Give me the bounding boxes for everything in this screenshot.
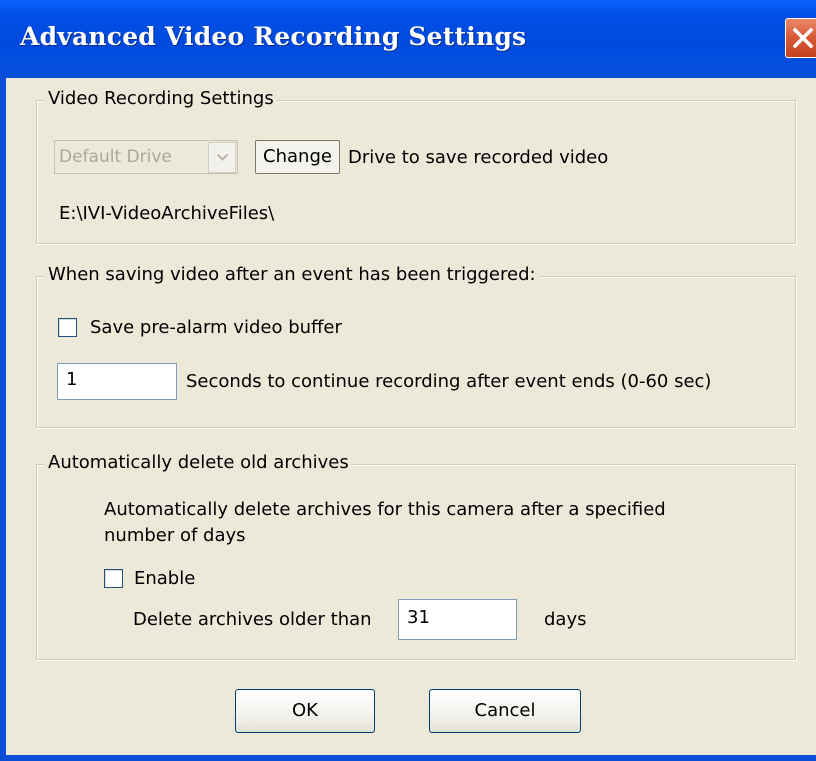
close-button[interactable] <box>785 18 816 58</box>
change-drive-button-label: Change <box>263 146 332 167</box>
video-recording-legend: Video Recording Settings <box>45 88 277 109</box>
window-bottom-border <box>0 755 816 761</box>
video-recording-group: Video Recording Settings Default Drive C… <box>36 88 796 244</box>
days-input[interactable]: 31 <box>398 599 517 640</box>
auto-delete-group: Automatically delete old archives Automa… <box>36 452 796 660</box>
dialog-title: Advanced Video Recording Settings <box>20 22 527 51</box>
days-input-value: 31 <box>407 607 430 628</box>
change-drive-button[interactable]: Change <box>255 140 340 174</box>
chevron-down-icon <box>217 154 228 161</box>
seconds-input[interactable]: 1 <box>57 363 177 400</box>
archive-path: E:\IVI-VideoArchiveFiles\ <box>59 203 275 224</box>
dialog-window: Advanced Video Recording Settings Video … <box>0 0 816 761</box>
auto-delete-description-line2: number of days <box>104 525 246 546</box>
enable-auto-delete-checkbox[interactable] <box>104 569 123 588</box>
drive-select-value: Default Drive <box>59 147 172 167</box>
event-saving-group: When saving video after an event has bee… <box>36 264 796 428</box>
cancel-button[interactable]: Cancel <box>429 689 581 733</box>
dialog-body: Video Recording Settings Default Drive C… <box>6 78 816 755</box>
cancel-button-label: Cancel <box>474 700 536 721</box>
drive-select[interactable]: Default Drive <box>54 140 238 174</box>
delete-older-than-label: Delete archives older than <box>133 609 372 630</box>
event-saving-legend: When saving video after an event has bee… <box>45 264 539 285</box>
pre-alarm-checkbox[interactable] <box>58 318 77 337</box>
ok-button-label: OK <box>292 700 318 721</box>
auto-delete-description-line1: Automatically delete archives for this c… <box>104 499 666 520</box>
auto-delete-legend: Automatically delete old archives <box>45 452 352 473</box>
seconds-label: Seconds to continue recording after even… <box>186 371 712 392</box>
pre-alarm-label[interactable]: Save pre-alarm video buffer <box>90 317 342 338</box>
enable-label[interactable]: Enable <box>134 568 195 589</box>
close-icon <box>792 27 814 49</box>
title-bar[interactable]: Advanced Video Recording Settings <box>0 0 816 78</box>
drive-label: Drive to save recorded video <box>348 147 609 168</box>
seconds-input-value: 1 <box>66 369 78 390</box>
drive-select-arrow[interactable] <box>208 142 236 173</box>
days-label: days <box>544 609 587 630</box>
ok-button[interactable]: OK <box>235 689 375 733</box>
